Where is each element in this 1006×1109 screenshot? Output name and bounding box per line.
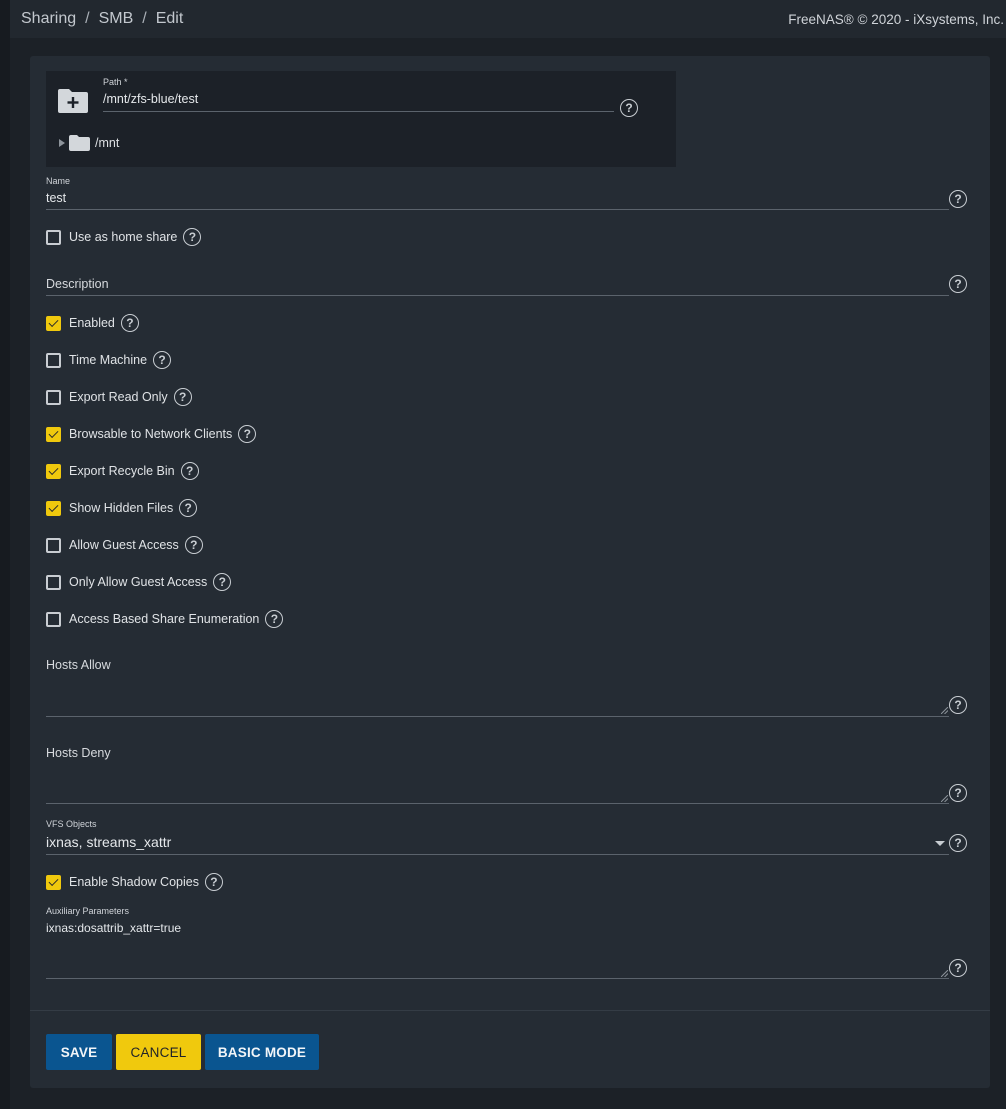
abe-help-icon[interactable]: ?: [265, 610, 284, 628]
recycle-bin-label: Export Recycle Bin: [69, 464, 175, 478]
breadcrumb-separator: /: [142, 10, 147, 27]
home-share-row[interactable]: Use as home share ?: [46, 228, 202, 246]
abe-checkbox[interactable]: [46, 611, 61, 627]
shadow-copies-row[interactable]: Enable Shadow Copies ?: [46, 873, 223, 891]
time-machine-label: Time Machine: [69, 353, 148, 367]
enabled-help-icon[interactable]: ?: [120, 314, 139, 332]
aux-label: Auxiliary Parameters: [46, 906, 130, 916]
guest-access-label: Allow Guest Access: [69, 538, 179, 552]
path-explorer: Path * /mnt/zfs-blue/test ? /mnt: [46, 71, 676, 167]
export-read-only-label: Export Read Only: [69, 390, 168, 404]
path-label: Path *: [103, 77, 128, 87]
left-strip: [0, 0, 10, 1109]
shadow-copies-checkbox[interactable]: [46, 874, 61, 890]
name-help-icon[interactable]: ?: [949, 190, 967, 208]
guest-access-row[interactable]: Allow Guest Access ?: [46, 536, 203, 554]
home-share-label: Use as home share: [69, 230, 178, 244]
aux-help-icon[interactable]: ?: [949, 959, 967, 977]
shadow-copies-help-icon[interactable]: ?: [204, 873, 223, 891]
vfs-label: VFS Objects: [46, 819, 97, 829]
export-read-only-checkbox[interactable]: [46, 389, 61, 405]
breadcrumb-separator: /: [85, 10, 90, 27]
top-bar: Sharing / SMB / Edit FreeNAS® © 2020 - i…: [10, 0, 1006, 38]
description-underline: [46, 295, 949, 296]
tree-node-mnt[interactable]: /mnt: [59, 135, 119, 151]
hidden-files-row[interactable]: Show Hidden Files ?: [46, 499, 198, 517]
breadcrumb-smb[interactable]: SMB: [99, 10, 134, 28]
home-share-help-icon[interactable]: ?: [183, 228, 202, 246]
breadcrumb-sharing[interactable]: Sharing: [21, 10, 76, 28]
vfs-help-icon[interactable]: ?: [949, 834, 967, 852]
breadcrumb-edit: Edit: [155, 10, 184, 27]
only-guest-label: Only Allow Guest Access: [69, 575, 208, 589]
browsable-checkbox[interactable]: [46, 426, 61, 442]
save-button[interactable]: SAVE: [46, 1034, 112, 1070]
browsable-help-icon[interactable]: ?: [238, 425, 257, 443]
hosts-deny-textarea[interactable]: [46, 764, 949, 803]
hosts-allow-underline: [46, 716, 949, 717]
form-divider: [30, 1010, 990, 1011]
time-machine-help-icon[interactable]: ?: [153, 351, 172, 369]
resize-handle-icon[interactable]: [941, 707, 948, 714]
hosts-deny-help-icon[interactable]: ?: [949, 784, 967, 802]
home-share-checkbox[interactable]: [46, 229, 61, 245]
hosts-deny-underline: [46, 803, 949, 804]
hidden-files-help-icon[interactable]: ?: [179, 499, 198, 517]
folder-icon: [69, 135, 90, 151]
recycle-bin-checkbox[interactable]: [46, 463, 61, 479]
smb-edit-form: Path * /mnt/zfs-blue/test ? /mnt Name te…: [30, 56, 990, 1088]
description-input[interactable]: Description: [46, 277, 109, 291]
guest-access-checkbox[interactable]: [46, 537, 61, 553]
name-underline: [46, 209, 949, 210]
name-label: Name: [46, 176, 71, 186]
browsable-label: Browsable to Network Clients: [69, 427, 233, 441]
hidden-files-label: Show Hidden Files: [69, 501, 174, 515]
browsable-row[interactable]: Browsable to Network Clients ?: [46, 425, 257, 443]
only-guest-row[interactable]: Only Allow Guest Access ?: [46, 573, 232, 591]
hosts-allow-help-icon[interactable]: ?: [949, 696, 967, 714]
chevron-down-icon[interactable]: [935, 841, 945, 846]
path-help-icon[interactable]: ?: [620, 99, 638, 117]
enabled-row[interactable]: Enabled ?: [46, 314, 139, 332]
only-guest-checkbox[interactable]: [46, 574, 61, 590]
tree-label: /mnt: [95, 136, 120, 150]
enabled-checkbox[interactable]: [46, 315, 61, 331]
recycle-bin-help-icon[interactable]: ?: [180, 462, 199, 480]
resize-handle-icon[interactable]: [941, 795, 948, 802]
path-underline: [103, 111, 614, 112]
description-help-icon[interactable]: ?: [949, 275, 967, 293]
vfs-underline: [46, 854, 949, 855]
path-input[interactable]: /mnt/zfs-blue/test: [103, 92, 198, 106]
breadcrumb: Sharing / SMB / Edit: [21, 10, 183, 28]
resize-handle-icon[interactable]: [941, 970, 948, 977]
time-machine-checkbox[interactable]: [46, 352, 61, 368]
shadow-copies-label: Enable Shadow Copies: [69, 875, 199, 889]
aux-underline: [46, 978, 949, 979]
export-read-only-help-icon[interactable]: ?: [173, 388, 192, 406]
recycle-bin-row[interactable]: Export Recycle Bin ?: [46, 462, 199, 480]
time-machine-row[interactable]: Time Machine ?: [46, 351, 172, 369]
export-read-only-row[interactable]: Export Read Only ?: [46, 388, 192, 406]
abe-row[interactable]: Access Based Share Enumeration ?: [46, 610, 284, 628]
abe-label: Access Based Share Enumeration: [69, 612, 260, 626]
tree-expand-arrow-icon[interactable]: [59, 139, 65, 147]
hosts-allow-textarea[interactable]: [46, 676, 949, 716]
enabled-label: Enabled: [69, 316, 115, 330]
hosts-allow-label: Hosts Allow: [46, 658, 111, 672]
aux-textarea[interactable]: ixnas:dosattrib_xattr=true: [46, 921, 181, 935]
folder-add-icon[interactable]: [57, 88, 89, 114]
vfs-select[interactable]: ixnas, streams_xattr: [46, 834, 171, 850]
hosts-deny-label: Hosts Deny: [46, 746, 111, 760]
cancel-button[interactable]: CANCEL: [116, 1034, 201, 1070]
copyright-text: FreeNAS® © 2020 - iXsystems, Inc.: [788, 11, 1004, 27]
basic-mode-button[interactable]: BASIC MODE: [205, 1034, 319, 1070]
hidden-files-checkbox[interactable]: [46, 500, 61, 516]
only-guest-help-icon[interactable]: ?: [213, 573, 232, 591]
name-input[interactable]: test: [46, 191, 66, 205]
guest-access-help-icon[interactable]: ?: [184, 536, 203, 554]
